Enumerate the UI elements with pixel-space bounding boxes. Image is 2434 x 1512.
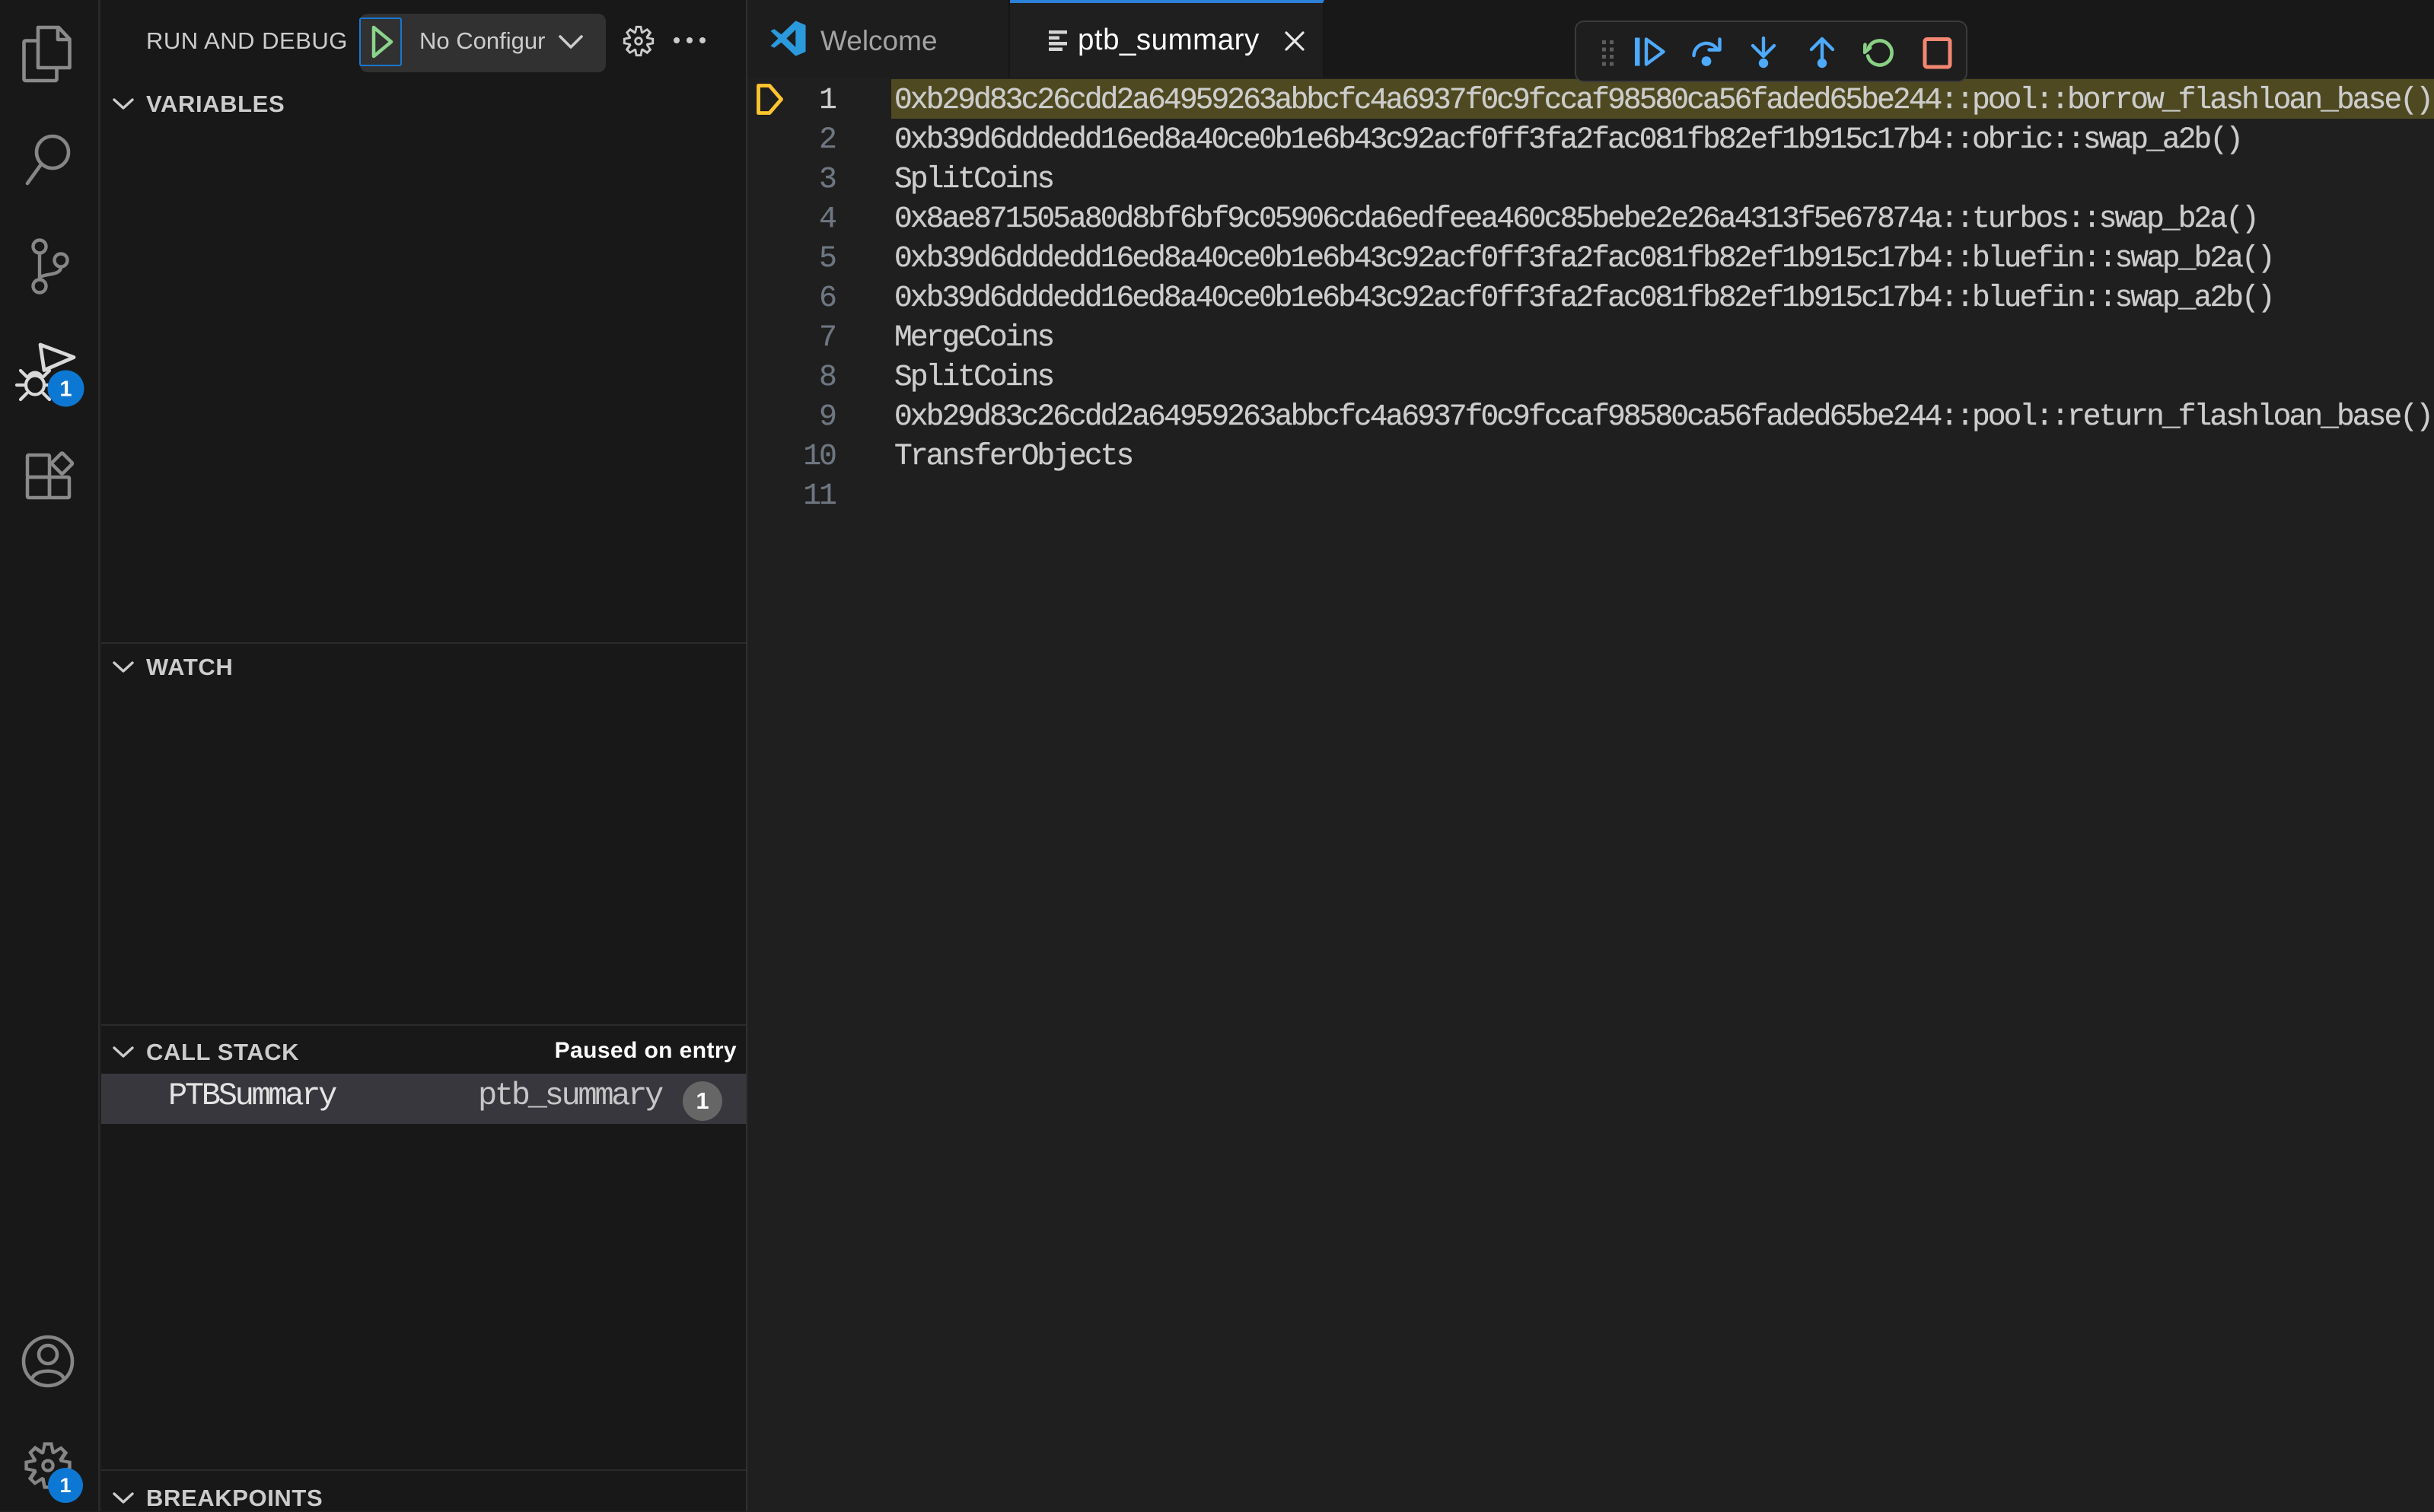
svg-text:1: 1 bbox=[59, 377, 72, 402]
